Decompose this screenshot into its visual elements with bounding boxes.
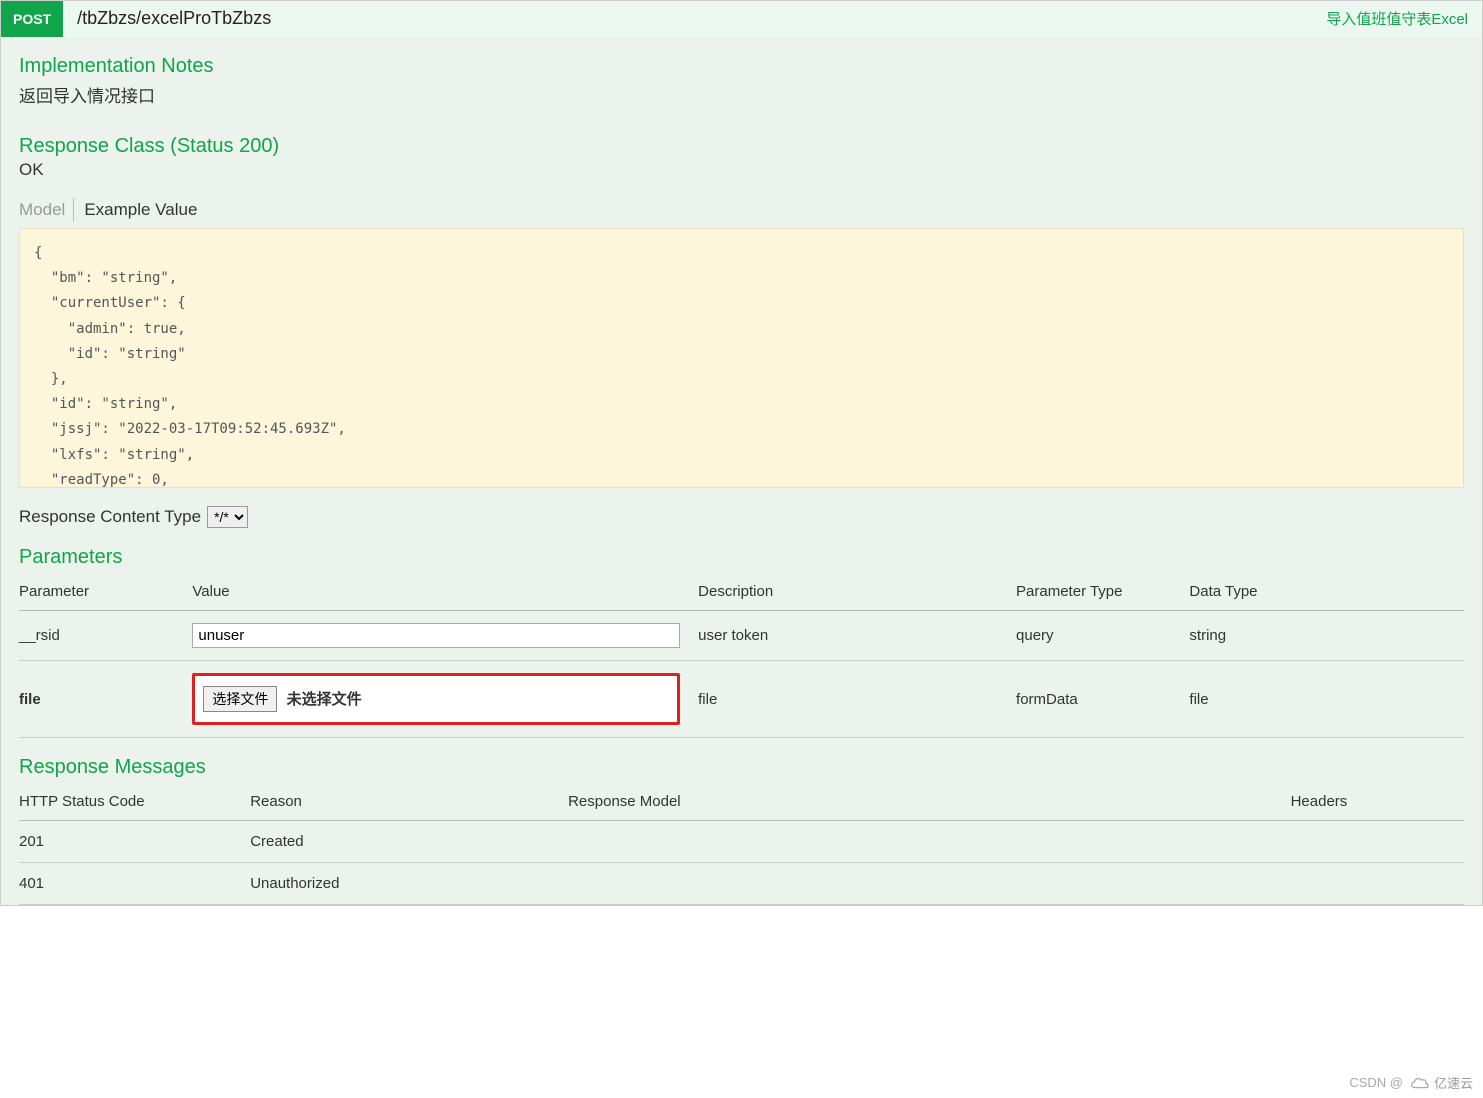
param-dtype-rsid: string (1189, 611, 1464, 661)
response-th-httpcode: HTTP Status Code (19, 787, 250, 821)
response-messages-title: Response Messages (19, 756, 1464, 779)
params-th-datatype: Data Type (1189, 577, 1464, 611)
param-input-rsid[interactable] (192, 623, 680, 648)
params-th-description: Description (698, 577, 1016, 611)
http-method-badge: POST (1, 1, 63, 37)
param-ptype-file: formData (1016, 661, 1189, 738)
param-name-rsid: __rsid (19, 611, 192, 661)
operation-summary: 导入值班值守表Excel (1312, 1, 1482, 37)
response-code-401: 401 (19, 863, 250, 905)
operation-block: POST /tbZbzs/excelProTbZbzs 导入值班值守表Excel… (0, 0, 1483, 906)
response-reason-201: Created (250, 821, 568, 863)
param-dtype-file: file (1189, 661, 1464, 738)
params-th-paramtype: Parameter Type (1016, 577, 1189, 611)
params-th-value: Value (192, 577, 698, 611)
table-row: __rsid user token query string (19, 611, 1464, 661)
watermark-yisu: 亿速云 (1409, 1073, 1473, 1092)
param-name-file: file (19, 661, 192, 738)
parameters-table: Parameter Value Description Parameter Ty… (19, 577, 1464, 738)
response-th-reason: Reason (250, 787, 568, 821)
response-class-ok: OK (19, 160, 1464, 180)
operation-content: Implementation Notes 返回导入情况接口 Response C… (1, 37, 1482, 905)
param-desc-file: file (698, 661, 1016, 738)
file-input-highlight: 选择文件 未选择文件 (192, 673, 680, 725)
parameters-title: Parameters (19, 546, 1464, 569)
response-messages-table: HTTP Status Code Reason Response Model H… (19, 787, 1464, 905)
table-row: 401 Unauthorized (19, 863, 1464, 905)
model-example-tabs: Model Example Value (19, 198, 1464, 222)
params-th-parameter: Parameter (19, 577, 192, 611)
response-th-headers: Headers (1291, 787, 1464, 821)
watermark-csdn: CSDN @ (1349, 1075, 1403, 1090)
tab-model[interactable]: Model (19, 198, 73, 222)
watermark: CSDN @ 亿速云 (1349, 1073, 1473, 1092)
implementation-notes-text: 返回导入情况接口 (19, 82, 1464, 107)
table-row: 201 Created (19, 821, 1464, 863)
param-desc-rsid: user token (698, 611, 1016, 661)
cloud-icon (1409, 1075, 1431, 1091)
response-class-title: Response Class (Status 200) (19, 135, 1464, 158)
no-file-chosen-label: 未选择文件 (287, 691, 362, 708)
implementation-notes-title: Implementation Notes (19, 55, 1464, 78)
choose-file-button[interactable]: 选择文件 (203, 686, 277, 712)
tab-example-value[interactable]: Example Value (73, 198, 205, 222)
operation-header[interactable]: POST /tbZbzs/excelProTbZbzs 导入值班值守表Excel (1, 1, 1482, 37)
response-reason-401: Unauthorized (250, 863, 568, 905)
response-content-type-row: Response Content Type */* (19, 506, 1464, 528)
response-code-201: 201 (19, 821, 250, 863)
table-row: file 选择文件 未选择文件 file formData file (19, 661, 1464, 738)
response-content-type-select[interactable]: */* (207, 506, 248, 528)
response-th-model: Response Model (568, 787, 1291, 821)
operation-path: /tbZbzs/excelProTbZbzs (63, 1, 1312, 37)
param-ptype-rsid: query (1016, 611, 1189, 661)
example-json-block[interactable]: { "bm": "string", "currentUser": { "admi… (19, 228, 1464, 488)
response-content-type-label: Response Content Type (19, 507, 201, 527)
